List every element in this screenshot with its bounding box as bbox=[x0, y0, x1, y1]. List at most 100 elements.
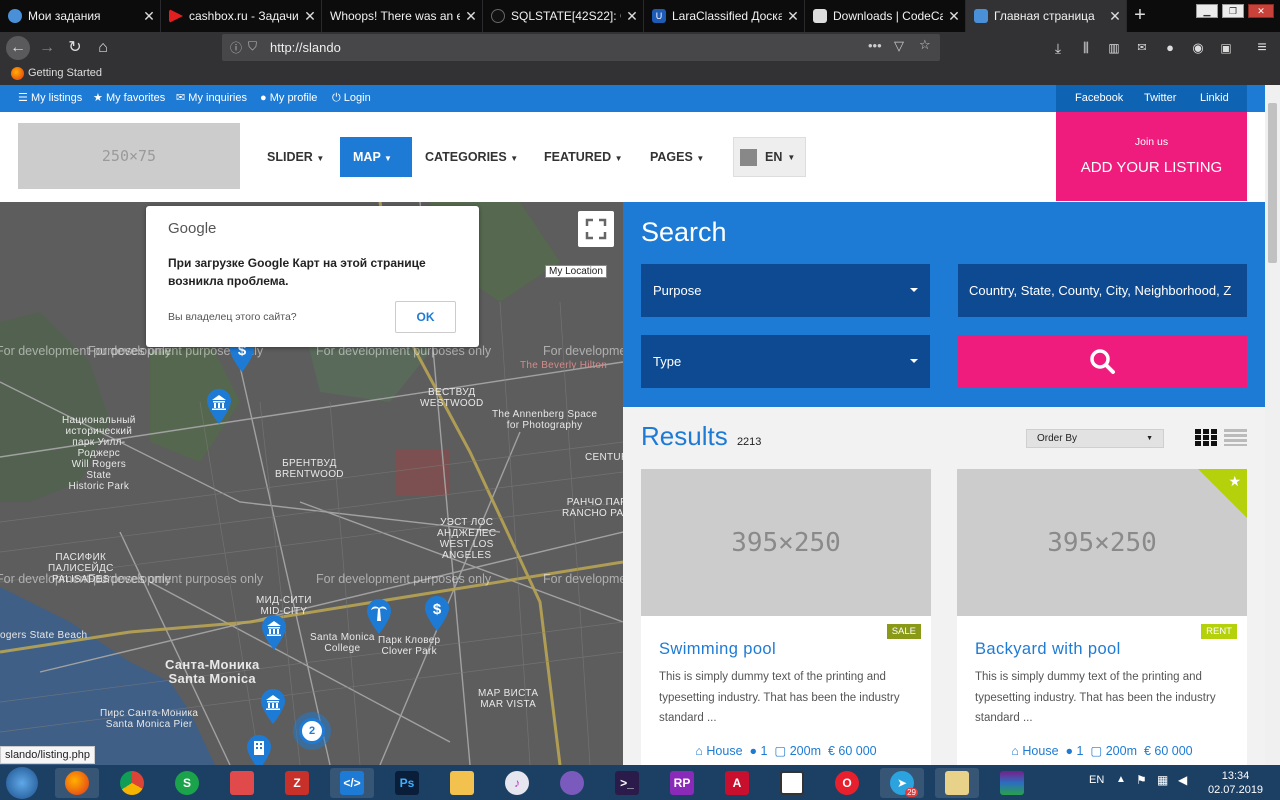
telegram-taskbar-icon[interactable]: ➤ 29 bbox=[880, 768, 924, 798]
acrobat-taskbar-icon[interactable]: A bbox=[715, 768, 759, 798]
maximize-button[interactable]: ❐ bbox=[1222, 4, 1244, 18]
browser-tab[interactable]: cashbox.ru - Задачи ✕ bbox=[161, 0, 322, 32]
palm-map-pin-icon[interactable] bbox=[366, 599, 392, 635]
itunes-taskbar-icon[interactable]: ♪ bbox=[495, 768, 539, 798]
extension2-icon[interactable]: ▣ bbox=[1214, 36, 1238, 60]
extension-icon[interactable]: ✉ bbox=[1130, 36, 1154, 60]
start-button[interactable] bbox=[6, 767, 38, 799]
chat-icon[interactable]: ● bbox=[1158, 36, 1182, 60]
order-by-select[interactable]: Order By ▼ bbox=[1026, 429, 1164, 448]
scrollbar-thumb[interactable] bbox=[1268, 103, 1277, 263]
map-area[interactable]: For development purposes only For develo… bbox=[0, 202, 623, 765]
browser-tab[interactable]: Мои задания ✕ bbox=[0, 0, 161, 32]
purpose-select[interactable]: Purpose bbox=[641, 264, 930, 317]
listing-card[interactable]: 395×250 ★ RENT Backyard with pool This i… bbox=[957, 469, 1247, 765]
close-tab-icon[interactable]: ✕ bbox=[1104, 8, 1126, 25]
new-tab-button[interactable]: + bbox=[1128, 4, 1152, 28]
my-listings-link[interactable]: ☰ My listings bbox=[18, 85, 82, 112]
twitter-link[interactable]: Twitter bbox=[1144, 85, 1176, 112]
reload-icon[interactable]: ↻ bbox=[63, 36, 87, 60]
map-cluster[interactable]: 2 bbox=[293, 712, 331, 750]
linkedin-link[interactable]: Linkid bbox=[1200, 85, 1229, 112]
s-app-taskbar-icon[interactable]: S bbox=[165, 768, 209, 798]
menu-pages[interactable]: PAGES ▼ bbox=[650, 137, 704, 177]
page-scrollbar[interactable] bbox=[1265, 85, 1280, 765]
bookmark-getting-started[interactable]: Getting Started bbox=[28, 67, 102, 79]
github-taskbar-icon[interactable] bbox=[550, 768, 594, 798]
grid-view-icon[interactable] bbox=[1195, 429, 1217, 446]
winrar-taskbar-icon[interactable] bbox=[990, 768, 1034, 798]
folder-taskbar-icon[interactable] bbox=[440, 768, 484, 798]
listing-image[interactable]: 395×250 bbox=[641, 469, 931, 616]
browser-tab[interactable]: SQLSTATE[42S22]: Colu ✕ bbox=[483, 0, 644, 32]
bank-map-pin-icon[interactable] bbox=[261, 615, 287, 651]
listing-title[interactable]: Swimming pool bbox=[659, 640, 776, 659]
location-input[interactable]: Country, State, County, City, Neighborho… bbox=[958, 264, 1247, 317]
bank-map-pin-icon[interactable] bbox=[260, 689, 286, 725]
browser-tab[interactable]: Whoops! There was an erro ✕ bbox=[322, 0, 483, 32]
close-tab-icon[interactable]: ✕ bbox=[943, 8, 965, 25]
bank-map-pin-icon[interactable] bbox=[206, 389, 232, 425]
opera-taskbar-icon[interactable]: O bbox=[825, 768, 869, 798]
fullscreen-button[interactable] bbox=[578, 211, 614, 247]
explorer-taskbar-icon[interactable] bbox=[935, 768, 979, 798]
photoshop-taskbar-icon[interactable]: Ps bbox=[385, 768, 429, 798]
chrome-taskbar-icon[interactable] bbox=[110, 768, 154, 798]
close-window-button[interactable]: ✕ bbox=[1248, 4, 1274, 18]
login-link[interactable]: ⏻ Login bbox=[332, 85, 371, 112]
type-select[interactable]: Type bbox=[641, 335, 930, 388]
forward-icon[interactable]: → bbox=[35, 36, 59, 60]
close-tab-icon[interactable]: ✕ bbox=[460, 8, 482, 25]
browser-tab[interactable]: Downloads | CodeCany ✕ bbox=[805, 0, 966, 32]
rp-taskbar-icon[interactable]: RP bbox=[660, 768, 704, 798]
window-taskbar-icon[interactable] bbox=[770, 768, 814, 798]
menu-map[interactable]: MAP ▼ bbox=[340, 137, 412, 177]
url-bar[interactable]: ⓘ ⛉ http://slando ••• ▽ ☆ bbox=[222, 34, 940, 61]
firefox-taskbar-icon[interactable] bbox=[55, 768, 99, 798]
browser-tab-active[interactable]: Главная страница ✕ bbox=[966, 0, 1127, 32]
my-location-button[interactable]: My Location bbox=[545, 265, 607, 278]
list-view-icon[interactable] bbox=[1224, 429, 1247, 446]
menu-icon[interactable]: ≡ bbox=[1250, 36, 1274, 60]
back-icon[interactable]: ← bbox=[6, 36, 30, 60]
browser-tab[interactable]: U LaraClassified Доска о ✕ bbox=[644, 0, 805, 32]
downloads-icon[interactable]: ⤓ bbox=[1046, 36, 1070, 60]
my-inquiries-link[interactable]: ✉ My inquiries bbox=[176, 85, 247, 112]
menu-featured[interactable]: FEATURED ▼ bbox=[544, 137, 623, 177]
clock[interactable]: 13:34 02.07.2019 bbox=[1208, 769, 1263, 797]
sidebar-icon[interactable]: ▥ bbox=[1102, 36, 1126, 60]
menu-categories[interactable]: CATEGORIES ▼ bbox=[425, 137, 518, 177]
minimize-button[interactable]: ▁ bbox=[1196, 4, 1218, 18]
close-tab-icon[interactable]: ✕ bbox=[299, 8, 321, 25]
add-listing-button[interactable]: Join us ADD YOUR LISTING bbox=[1056, 112, 1247, 201]
filezilla-taskbar-icon[interactable]: Z bbox=[275, 768, 319, 798]
menu-slider[interactable]: SLIDER ▼ bbox=[267, 137, 324, 177]
volume-icon[interactable]: ◀ bbox=[1178, 773, 1187, 787]
site-logo[interactable]: 250×75 bbox=[18, 123, 240, 189]
building-map-pin-icon[interactable] bbox=[246, 735, 272, 765]
close-tab-icon[interactable]: ✕ bbox=[782, 8, 804, 25]
language-selector[interactable]: EN ▼ bbox=[733, 137, 806, 177]
page-actions-icon[interactable]: ••• bbox=[868, 38, 882, 53]
pocket-icon[interactable]: ▽ bbox=[894, 38, 904, 54]
bookmark-star-icon[interactable]: ☆ bbox=[919, 37, 931, 53]
input-language[interactable]: EN bbox=[1089, 774, 1104, 786]
tray-arrow-icon[interactable]: ▲ bbox=[1116, 774, 1126, 785]
home-icon[interactable]: ⌂ bbox=[91, 36, 115, 60]
close-tab-icon[interactable]: ✕ bbox=[138, 8, 160, 25]
account-icon[interactable]: ◉ bbox=[1186, 36, 1210, 60]
my-favorites-link[interactable]: ★ My favorites bbox=[93, 85, 165, 112]
search-button[interactable] bbox=[958, 335, 1247, 388]
library-icon[interactable]: ⫼ bbox=[1074, 36, 1098, 60]
tray-flag-icon[interactable]: ⚑ bbox=[1136, 773, 1147, 787]
my-profile-link[interactable]: ● My profile bbox=[260, 85, 317, 112]
network-icon[interactable]: ▦ bbox=[1157, 773, 1168, 787]
listing-card[interactable]: 395×250 SALE Swimming pool This is simpl… bbox=[641, 469, 931, 765]
listing-title[interactable]: Backyard with pool bbox=[975, 640, 1121, 659]
vscode-taskbar-icon[interactable]: </> bbox=[330, 768, 374, 798]
terminal-taskbar-icon[interactable]: >_ bbox=[605, 768, 649, 798]
shield-icon[interactable]: ⛉ bbox=[248, 39, 257, 54]
dialog-ok-button[interactable]: OK bbox=[395, 301, 456, 333]
apps-taskbar-icon[interactable] bbox=[220, 768, 264, 798]
dollar-map-pin-icon[interactable]: $ bbox=[424, 596, 450, 632]
